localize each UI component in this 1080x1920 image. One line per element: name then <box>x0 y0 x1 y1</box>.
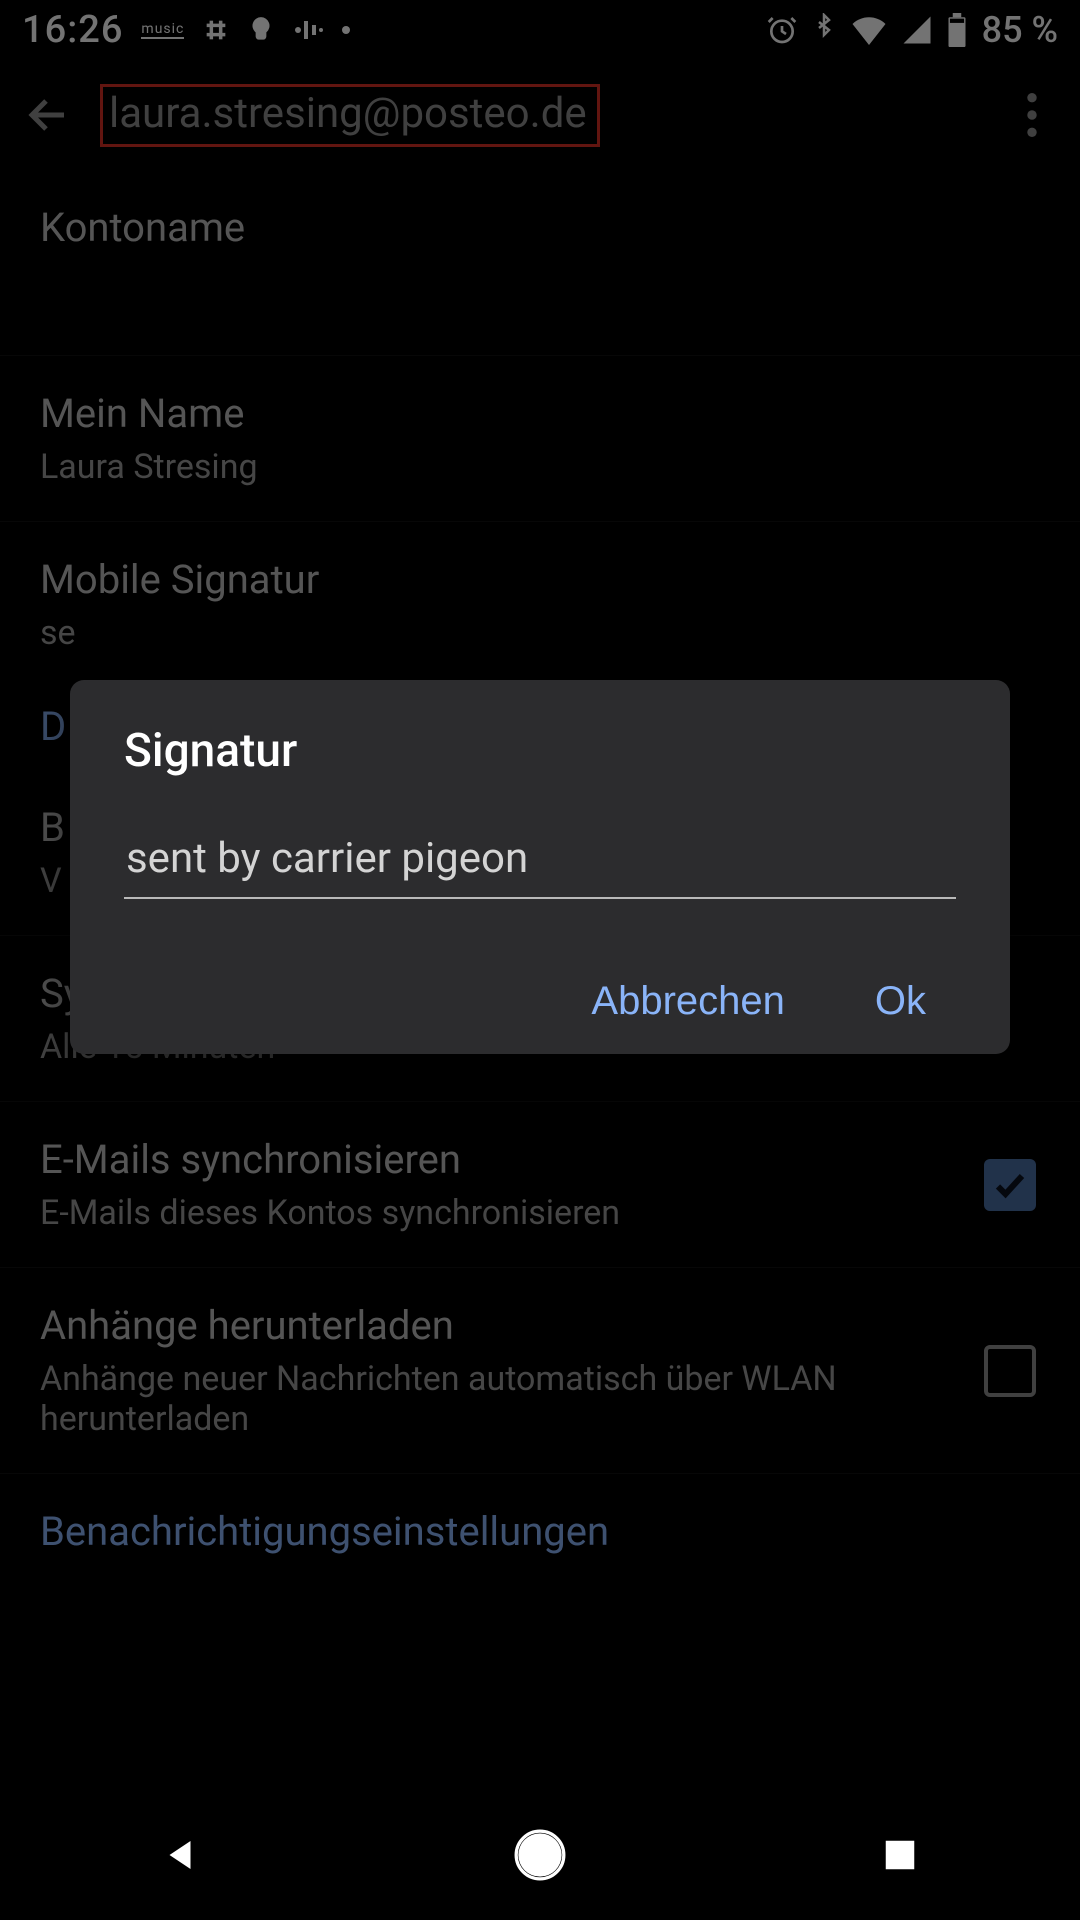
square-recents-icon <box>881 1836 919 1874</box>
system-nav-bar <box>0 1790 1080 1920</box>
nav-back-button[interactable] <box>120 1795 240 1915</box>
ok-button[interactable]: Ok <box>875 979 926 1024</box>
dialog-scrim[interactable]: Signatur Abbrechen Ok <box>0 0 1080 1920</box>
nav-home-button[interactable] <box>480 1795 600 1915</box>
triangle-back-icon <box>159 1834 201 1876</box>
signature-input[interactable] <box>124 824 956 899</box>
dialog-title: Signatur <box>124 724 956 778</box>
circle-home-icon <box>514 1829 566 1881</box>
cancel-button[interactable]: Abbrechen <box>591 979 784 1024</box>
nav-recents-button[interactable] <box>840 1795 960 1915</box>
signature-dialog: Signatur Abbrechen Ok <box>70 680 1010 1054</box>
